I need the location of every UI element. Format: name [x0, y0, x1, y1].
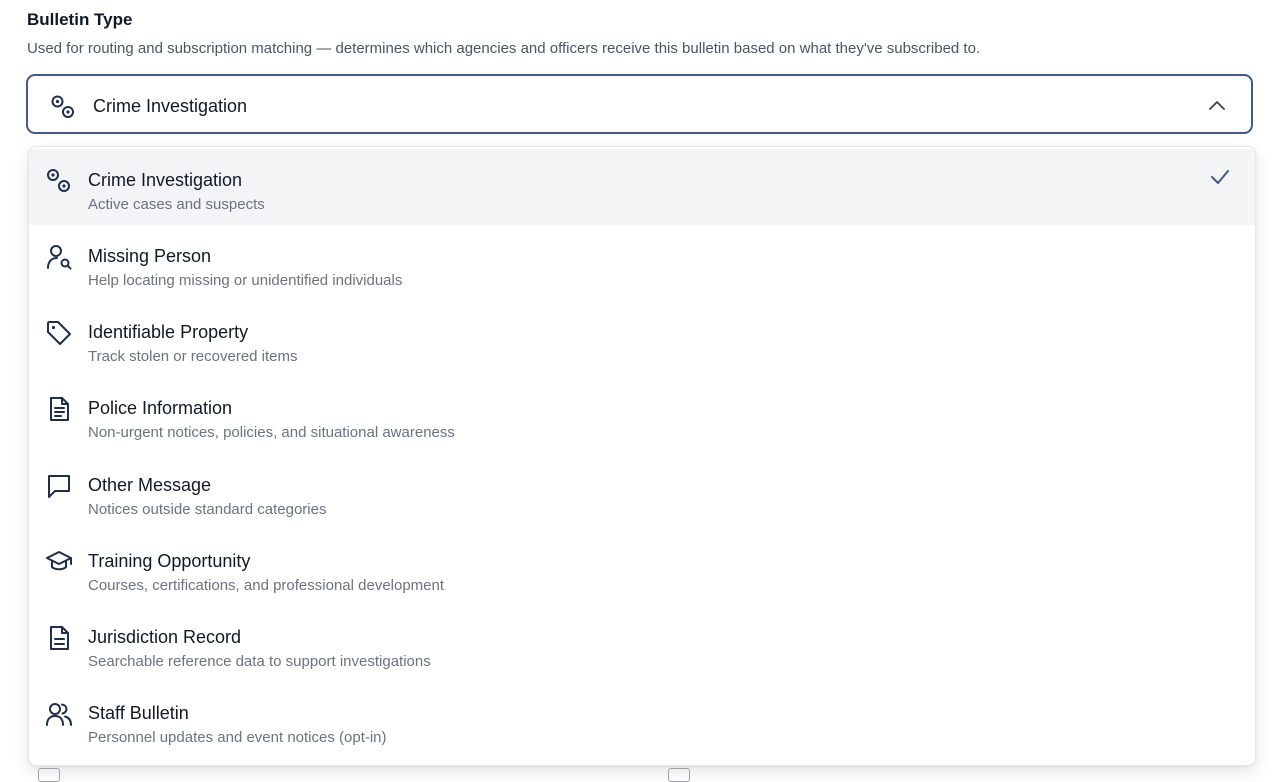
message-icon: [45, 472, 73, 500]
person-search-icon: [45, 243, 73, 271]
document-icon: [45, 395, 73, 423]
graduation-cap-icon: [45, 548, 73, 576]
checkbox-partial[interactable]: [38, 768, 60, 782]
field-label: Bulletin Type: [27, 10, 133, 29]
option-description: Track stolen or recovered items: [88, 348, 298, 365]
option-description: Help locating missing or unidentified in…: [88, 272, 403, 289]
option-label: Other Message: [88, 475, 212, 495]
bulletin-type-dropdown: Crime Investigation Active cases and sus…: [28, 146, 1256, 766]
option-label: Identifiable Property: [88, 322, 249, 342]
checkbox-partial[interactable]: [668, 768, 690, 782]
option-jurisdiction-record[interactable]: Jurisdiction Record Searchable reference…: [29, 606, 1255, 682]
option-description: Courses, certifications, and professiona…: [88, 577, 445, 594]
tag-icon: [45, 319, 73, 347]
selected-value: Crime Investigation: [93, 96, 248, 116]
chevron-up-icon[interactable]: [1207, 96, 1227, 116]
option-description: Notices outside standard categories: [88, 501, 327, 518]
option-description: Searchable reference data to support inv…: [88, 653, 431, 670]
option-police-information[interactable]: Police Information Non-urgent notices, p…: [29, 377, 1255, 453]
field-help-text: Used for routing and subscription matchi…: [27, 40, 981, 57]
option-label: Staff Bulletin: [88, 703, 189, 723]
option-training-opportunity[interactable]: Training Opportunity Courses, certificat…: [29, 530, 1255, 606]
option-label: Crime Investigation: [88, 170, 243, 190]
option-other-message[interactable]: Other Message Notices outside standard c…: [29, 454, 1255, 530]
checkmark-icon: [1209, 166, 1231, 188]
crime-investigation-icon: [45, 167, 73, 195]
option-crime-investigation[interactable]: Crime Investigation Active cases and sus…: [29, 149, 1255, 225]
option-missing-person[interactable]: Missing Person Help locating missing or …: [29, 225, 1255, 301]
option-label: Missing Person: [88, 246, 212, 266]
option-description: Personnel updates and event notices (opt…: [88, 729, 387, 746]
option-label: Training Opportunity: [88, 551, 251, 571]
option-description: Active cases and suspects: [88, 196, 265, 213]
option-description: Non-urgent notices, policies, and situat…: [88, 424, 455, 441]
bulletin-type-select[interactable]: Crime Investigation: [26, 74, 1253, 134]
crime-investigation-icon: [50, 94, 76, 120]
option-label: Jurisdiction Record: [88, 627, 242, 647]
option-identifiable-property[interactable]: Identifiable Property Track stolen or re…: [29, 301, 1255, 377]
users-icon: [45, 700, 73, 728]
option-staff-bulletin[interactable]: Staff Bulletin Personnel updates and eve…: [29, 682, 1255, 758]
record-icon: [45, 624, 73, 652]
option-label: Police Information: [88, 398, 233, 418]
